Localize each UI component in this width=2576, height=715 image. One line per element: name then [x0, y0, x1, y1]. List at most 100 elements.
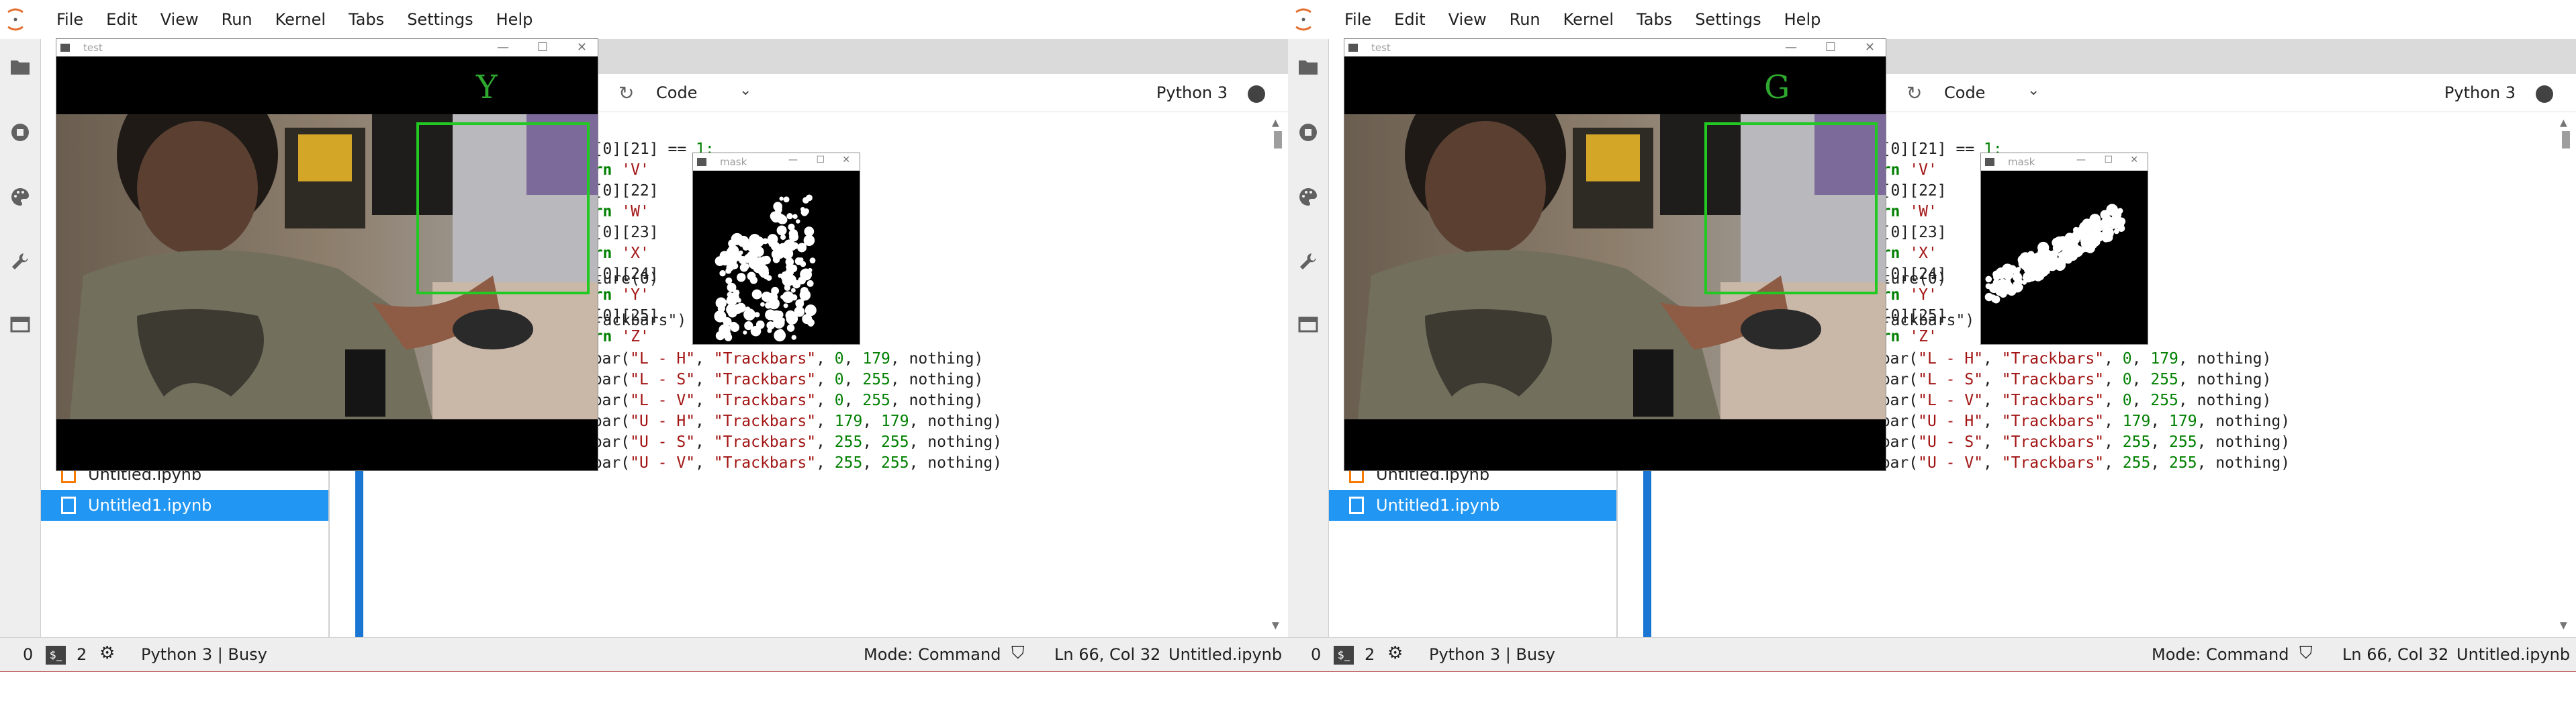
terminal-icon[interactable]: $_	[1334, 646, 1354, 665]
menu-help[interactable]: Help	[496, 10, 533, 29]
running-stop-icon[interactable]	[1297, 122, 1320, 145]
menu-view[interactable]: View	[160, 10, 199, 29]
opencv-test-window[interactable]: test — ☐ ✕ G	[1344, 39, 1886, 470]
menu-run[interactable]: Run	[222, 10, 252, 29]
wrench-icon[interactable]	[9, 251, 32, 274]
maximize-icon[interactable]: ☐	[1825, 40, 1836, 54]
mask-blob	[797, 243, 807, 253]
mask-blob	[808, 267, 813, 273]
palette-icon[interactable]	[1297, 187, 1320, 210]
maximize-icon[interactable]: ☐	[537, 40, 548, 54]
scroll-thumb[interactable]	[1274, 131, 1282, 149]
close-icon[interactable]: ✕	[1865, 40, 1875, 54]
window-titlebar[interactable]: test — ☐ ✕	[1344, 39, 1886, 56]
menu-help[interactable]: Help	[1784, 10, 1821, 29]
code-syntax: , nothing)	[2178, 350, 2272, 368]
minimize-icon[interactable]: —	[1785, 40, 1797, 54]
mask-blob	[1985, 283, 1992, 290]
opencv-test-window[interactable]: test — ☐ ✕ Y	[56, 39, 598, 470]
menu-view[interactable]: View	[1448, 10, 1487, 29]
code-text: 'W'	[1909, 203, 1937, 220]
status-count[interactable]: 0	[23, 645, 33, 664]
mask-image	[1981, 171, 2148, 344]
minimize-icon[interactable]: —	[788, 155, 798, 165]
menu-tabs[interactable]: Tabs	[349, 10, 384, 29]
cell-type-select[interactable]: Code	[1944, 83, 1985, 102]
menu-file[interactable]: File	[1344, 10, 1371, 29]
menu-file[interactable]: File	[56, 10, 83, 29]
trackbar-arg: "L - V"	[630, 392, 696, 409]
maximize-icon[interactable]: ☐	[2104, 155, 2113, 165]
kernel-name[interactable]: Python 3	[2444, 83, 2516, 102]
code-syntax: , nothing)	[890, 371, 984, 388]
scroll-down-icon[interactable]: ▼	[1272, 620, 1279, 631]
code-syntax: ,	[2104, 433, 2123, 451]
folder-icon[interactable]	[9, 58, 32, 81]
status-terminals[interactable]: 2	[77, 645, 87, 664]
scroll-down-icon[interactable]: ▼	[2560, 620, 2567, 631]
tabs-icon[interactable]	[1297, 316, 1320, 339]
file-item-untitled1[interactable]: Untitled1.ipynb	[41, 490, 328, 521]
menu-run[interactable]: Run	[1510, 10, 1540, 29]
folder-icon[interactable]	[1297, 58, 1320, 81]
running-stop-icon[interactable]	[9, 122, 32, 145]
status-count[interactable]: 0	[1311, 645, 1321, 664]
status-terminals[interactable]: 2	[1365, 645, 1375, 664]
code-text: 'X'	[621, 245, 649, 262]
file-name: Untitled1.ipynb	[88, 496, 212, 515]
file-item-untitled1[interactable]: Untitled1.ipynb	[1329, 490, 1616, 521]
code-syntax: ,	[1983, 433, 2002, 451]
menu-edit[interactable]: Edit	[1394, 10, 1425, 29]
trackbar-arg: "U - S"	[630, 433, 696, 451]
maximize-icon[interactable]: ☐	[816, 155, 825, 165]
code-syntax: ,	[1983, 392, 2002, 409]
menu-kernel[interactable]: Kernel	[1563, 10, 1614, 29]
tabs-icon[interactable]	[9, 316, 32, 339]
kernel-name[interactable]: Python 3	[1156, 83, 1228, 102]
menu-settings[interactable]: Settings	[407, 10, 473, 29]
terminal-icon[interactable]: $_	[46, 646, 66, 665]
restart-kernel-icon[interactable]: ↻	[1906, 82, 1922, 104]
trackbar-arg: "Trackbars"	[713, 433, 817, 451]
menu-kernel[interactable]: Kernel	[275, 10, 326, 29]
mask-blob	[743, 308, 755, 321]
menu-settings[interactable]: Settings	[1695, 10, 1761, 29]
mask-titlebar[interactable]: mask — ☐ ✕	[693, 153, 860, 171]
minimize-icon[interactable]: —	[2076, 155, 2086, 165]
window-titlebar[interactable]: test — ☐ ✕	[56, 39, 598, 56]
mask-blob	[1991, 296, 1998, 302]
left-sidebar-tabs	[1288, 39, 1329, 637]
status-kernel[interactable]: Python 3 | Busy	[1429, 645, 1555, 664]
minimize-icon[interactable]: —	[497, 40, 509, 54]
status-position[interactable]: Ln 66, Col 32	[2342, 645, 2448, 664]
status-kernel[interactable]: Python 3 | Busy	[141, 645, 267, 664]
close-icon[interactable]: ✕	[842, 155, 850, 165]
scroll-up-icon[interactable]: ▲	[1272, 118, 1279, 128]
opencv-mask-window[interactable]: mask — ☐ ✕	[693, 153, 860, 344]
close-icon[interactable]: ✕	[2130, 155, 2138, 165]
chevron-down-icon[interactable]: ⌄	[2027, 82, 2039, 99]
scroll-up-icon[interactable]: ▲	[2560, 118, 2567, 128]
notebook-scrollbar[interactable]: ▲ ▼	[1272, 118, 1284, 631]
opencv-mask-window[interactable]: mask — ☐ ✕	[1981, 153, 2148, 344]
mask-blob	[803, 208, 809, 214]
mask-titlebar[interactable]: mask — ☐ ✕	[1981, 153, 2148, 171]
menu-tabs[interactable]: Tabs	[1637, 10, 1672, 29]
cell-type-select[interactable]: Code	[656, 83, 697, 102]
mask-blob	[2037, 241, 2050, 254]
code-syntax: , nothing)	[890, 392, 984, 409]
chevron-down-icon[interactable]: ⌄	[739, 82, 751, 99]
status-filename: Untitled.ipynb	[1168, 645, 1283, 664]
mask-blob	[788, 223, 795, 230]
mask-blob	[809, 257, 816, 263]
notebook-scrollbar[interactable]: ▲ ▼	[2560, 118, 2572, 631]
close-icon[interactable]: ✕	[577, 40, 587, 54]
palette-icon[interactable]	[9, 187, 32, 210]
wrench-icon[interactable]	[1297, 251, 1320, 274]
menu-edit[interactable]: Edit	[106, 10, 137, 29]
scroll-thumb[interactable]	[2562, 131, 2570, 149]
status-position[interactable]: Ln 66, Col 32	[1054, 645, 1160, 664]
prediction-banner	[1344, 56, 1886, 114]
restart-kernel-icon[interactable]: ↻	[618, 82, 634, 104]
mask-blob	[2013, 280, 2021, 289]
